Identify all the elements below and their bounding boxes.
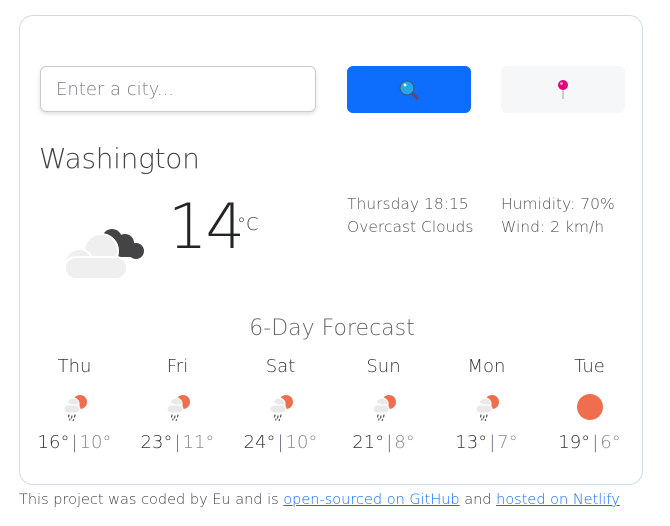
weather-details-right: Humidity: 70% Wind: 2 km/h [501, 193, 615, 239]
forecast-temps: 24° | 10° [229, 432, 332, 453]
footer-text-and: and [459, 492, 497, 508]
forecast-day-name: Sat [265, 356, 296, 377]
rain-sun-icon [23, 384, 126, 430]
forecast-max-temp: 19° [558, 432, 591, 453]
forecast-day-name: Sun [366, 356, 401, 377]
wind-speed: Wind: 2 km/h [501, 218, 605, 236]
forecast-day-name: Mon [467, 356, 506, 377]
rain-sun-icon [435, 384, 538, 430]
forecast-max-temp: 23° [140, 432, 173, 453]
temp-separator: | [71, 432, 78, 453]
forecast-min-temp: 11° [182, 432, 215, 453]
forecast-max-temp: 21° [352, 432, 385, 453]
forecast-max-temp: 16° [37, 432, 70, 453]
forecast-day: Mon 13° | 7° [435, 356, 538, 453]
city-search-input[interactable] [40, 66, 316, 112]
weather-description: Overcast Clouds [347, 218, 474, 236]
forecast-day-name: Thu [57, 356, 92, 377]
forecast-day: Sat 24° | 10° [229, 356, 332, 453]
forecast-day-name: Fri [166, 356, 189, 377]
forecast-temps: 13° | 7° [435, 432, 538, 453]
forecast-min-temp: 8° [394, 432, 415, 453]
temp-separator: | [489, 432, 496, 453]
rain-sun-icon [332, 384, 435, 430]
forecast-min-temp: 7° [497, 432, 518, 453]
humidity: Humidity: 70% [501, 195, 615, 213]
forecast-temps: 16° | 10° [23, 432, 126, 453]
forecast-list: Thu 16° | 10° Fri 23° | 11° Sat 24° | 10° Sun 21° |… [23, 356, 641, 453]
search-button[interactable] [347, 66, 471, 113]
forecast-title: 6-Day Forecast [249, 316, 415, 341]
current-temperature: 14 [168, 190, 245, 263]
footer: This project was coded by Eu and is open… [19, 492, 620, 508]
rain-sun-icon [229, 384, 332, 430]
temp-separator: | [592, 432, 599, 453]
city-name: Washington [39, 142, 200, 175]
forecast-min-temp: 6° [600, 432, 621, 453]
sun-icon [538, 384, 641, 430]
temp-separator: | [174, 432, 181, 453]
temp-separator: | [277, 432, 284, 453]
magnifying-glass-icon [399, 79, 419, 100]
temp-separator: | [386, 432, 393, 453]
forecast-min-temp: 10° [79, 432, 112, 453]
forecast-max-temp: 13° [455, 432, 488, 453]
forecast-temps: 19° | 6° [538, 432, 641, 453]
forecast-max-temp: 24° [243, 432, 276, 453]
current-location-button[interactable] [501, 66, 625, 113]
temperature-unit[interactable]: °C [237, 214, 259, 235]
pushpin-icon [558, 79, 568, 99]
github-link[interactable]: open-sourced on GitHub [283, 492, 459, 508]
weather-card: Washington 14 °C Thursday 18:15 Overcast… [19, 15, 643, 485]
forecast-temps: 21° | 8° [332, 432, 435, 453]
forecast-day: Sun 21° | 8° [332, 356, 435, 453]
weather-details-left: Thursday 18:15 Overcast Clouds [347, 193, 473, 239]
forecast-day: Fri 23° | 11° [126, 356, 229, 453]
forecast-temps: 23° | 11° [126, 432, 229, 453]
forecast-day: Tue 19° | 6° [538, 356, 641, 453]
footer-text: This project was coded by Eu and is [19, 492, 284, 508]
overcast-clouds-icon [64, 229, 144, 280]
netlify-link[interactable]: hosted on Netlify [496, 492, 620, 508]
forecast-day: Thu 16° | 10° [23, 356, 126, 453]
rain-sun-icon [126, 384, 229, 430]
forecast-day-name: Tue [574, 356, 605, 377]
date-time: Thursday 18:15 [347, 195, 469, 213]
forecast-min-temp: 10° [285, 432, 318, 453]
